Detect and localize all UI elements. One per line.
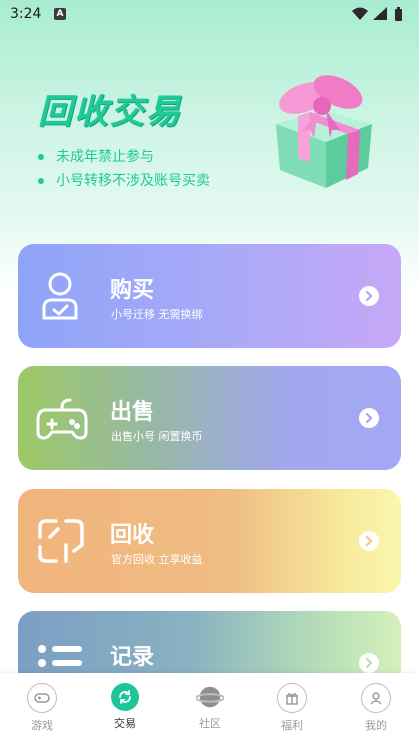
nav-item-community[interactable]: 社区 <box>180 683 240 731</box>
chevron-right-icon <box>359 408 379 428</box>
recycle-icon <box>36 515 88 567</box>
status-icons <box>351 6 409 26</box>
card-title: 回收 <box>110 523 155 548</box>
game-icon <box>27 683 57 713</box>
chevron-right-icon <box>359 653 379 673</box>
planet-icon <box>196 683 224 711</box>
card-subtitle: 官方回收 立享收益 <box>111 553 203 566</box>
notice-transfer: 小号转移不涉及账号买卖 <box>38 170 210 190</box>
gift-icon <box>277 683 307 713</box>
buy-card[interactable]: 购买 小号迁移 无需换绑 <box>18 244 401 348</box>
page-title: 回收交易 <box>38 92 182 132</box>
nav-item-welfare[interactable]: 福利 <box>262 683 322 733</box>
status-bar: 3:24 A <box>0 0 419 28</box>
bullet-dot <box>38 154 44 160</box>
app-notification-icon: A <box>54 8 66 20</box>
gamepad-icon <box>36 392 88 444</box>
card-title: 出售 <box>110 400 155 425</box>
bottom-nav: 游戏 交易 社区 福利 我的 <box>0 673 419 744</box>
user-icon <box>36 270 88 322</box>
status-time: 3:24 <box>10 6 42 22</box>
card-title: 购买 <box>110 278 155 303</box>
chevron-right-icon <box>359 531 379 551</box>
battery-icon <box>395 7 402 21</box>
recycle-card[interactable]: 回收 官方回收 立享收益 <box>18 489 401 593</box>
nav-item-trade[interactable]: 交易 <box>95 683 155 731</box>
card-title: 记录 <box>110 645 155 670</box>
bullet-dot <box>38 178 44 184</box>
nav-item-games[interactable]: 游戏 <box>12 683 72 733</box>
chevron-right-icon <box>359 286 379 306</box>
profile-icon <box>361 683 391 713</box>
sell-card[interactable]: 出售 出售小号 闲置换币 <box>18 366 401 470</box>
nav-item-mine[interactable]: 我的 <box>346 683 406 733</box>
notice-underage: 未成年禁止参与 <box>38 146 154 166</box>
card-subtitle: 小号迁移 无需换绑 <box>111 308 203 321</box>
card-subtitle: 出售小号 闲置换币 <box>111 430 203 443</box>
gift-box-illustration <box>262 66 380 190</box>
signal-icon <box>373 7 387 20</box>
wifi-icon <box>352 7 368 20</box>
trade-icon <box>111 683 139 711</box>
